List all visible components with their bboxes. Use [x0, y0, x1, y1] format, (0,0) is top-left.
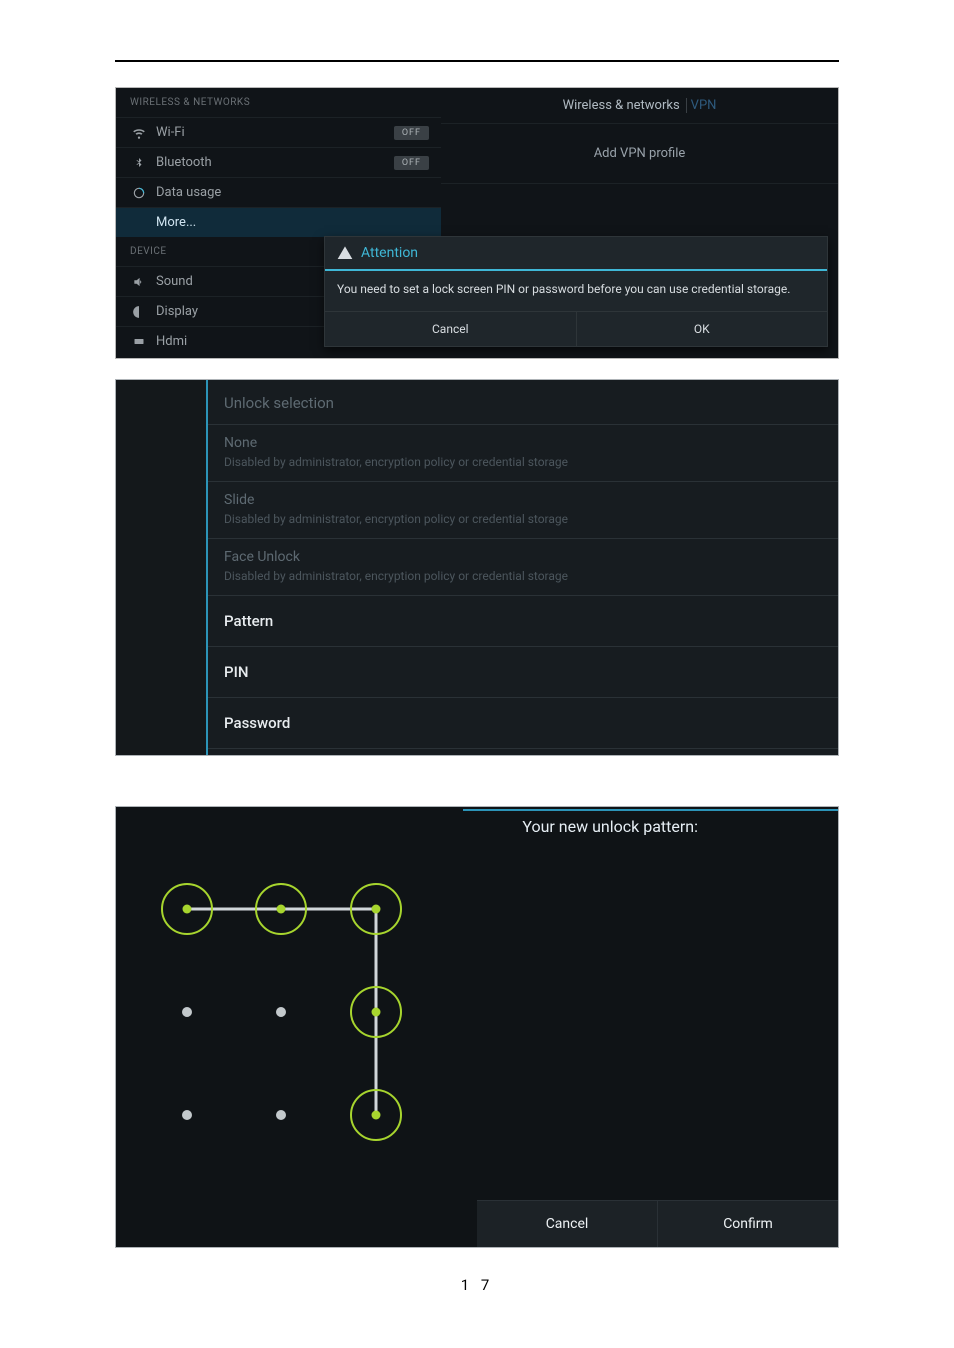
- warning-icon: [337, 245, 353, 261]
- detail-title: Wireless & networksVPN: [441, 88, 838, 123]
- dialog-title: Attention: [361, 245, 418, 261]
- pattern-title: Your new unlock pattern:: [522, 817, 698, 836]
- more-label: More...: [156, 215, 441, 230]
- sidebar-item-more[interactable]: More...: [116, 207, 441, 237]
- sidebar-item-data-usage[interactable]: Data usage: [116, 177, 441, 207]
- unlock-header: Unlock selection: [208, 380, 838, 424]
- bluetooth-label: Bluetooth: [156, 155, 394, 170]
- cancel-button[interactable]: Cancel: [325, 312, 577, 346]
- wifi-label: Wi-Fi: [156, 125, 394, 140]
- unlock-option-none: None Disabled by administrator, encrypti…: [208, 424, 838, 481]
- unlock-option-face: Face Unlock Disabled by administrator, e…: [208, 538, 838, 595]
- data-usage-label: Data usage: [156, 185, 441, 200]
- attention-dialog: Attention You need to set a lock screen …: [324, 236, 828, 347]
- ok-button[interactable]: OK: [577, 312, 828, 346]
- title-underline: [463, 809, 838, 811]
- pattern-dot: [182, 1110, 192, 1120]
- unlock-option-pattern[interactable]: Pattern: [208, 595, 838, 646]
- display-icon: [130, 305, 148, 319]
- left-spacer: [116, 380, 208, 755]
- bluetooth-toggle[interactable]: OFF: [394, 156, 429, 170]
- dialog-buttons: Cancel OK: [325, 311, 827, 346]
- pattern-dot: [276, 1007, 286, 1017]
- wifi-toggle[interactable]: OFF: [394, 126, 429, 140]
- confirm-button[interactable]: Confirm: [658, 1201, 838, 1247]
- page-number: 1 7: [115, 1276, 839, 1294]
- unlock-option-password[interactable]: Password: [208, 697, 838, 748]
- pattern-dot-active: [161, 883, 213, 935]
- hdmi-icon: [130, 336, 148, 348]
- pattern-dot-active: [350, 986, 402, 1038]
- unlock-selection-screenshot: Unlock selection None Disabled by admini…: [115, 379, 839, 756]
- pattern-dot-active: [350, 1089, 402, 1141]
- add-vpn-profile[interactable]: Add VPN profile: [441, 123, 838, 184]
- vpn-breadcrumb: VPN: [686, 98, 717, 113]
- pattern-dot: [276, 1110, 286, 1120]
- sidebar-item-wifi[interactable]: Wi-Fi OFF: [116, 117, 441, 147]
- wifi-icon: [130, 126, 148, 140]
- cancel-button[interactable]: Cancel: [477, 1201, 658, 1247]
- unlock-option-pin[interactable]: PIN: [208, 646, 838, 697]
- pattern-buttons: Cancel Confirm: [477, 1200, 838, 1247]
- dialog-title-bar: Attention: [325, 237, 827, 271]
- unlock-list: Unlock selection None Disabled by admini…: [208, 380, 838, 755]
- pattern-dot-active: [350, 883, 402, 935]
- bluetooth-icon: [130, 156, 148, 170]
- sidebar-item-bluetooth[interactable]: Bluetooth OFF: [116, 147, 441, 177]
- dialog-body: You need to set a lock screen PIN or pas…: [325, 271, 827, 311]
- pattern-dot: [182, 1007, 192, 1017]
- sound-icon: [130, 275, 148, 289]
- section-wireless-networks: WIRELESS & NETWORKS: [116, 88, 441, 117]
- unlock-option-slide: Slide Disabled by administrator, encrypt…: [208, 481, 838, 538]
- data-usage-icon: [130, 186, 148, 200]
- settings-vpn-screenshot: WIRELESS & NETWORKS Wi-Fi OFF Bluetooth …: [115, 87, 839, 359]
- pattern-grid[interactable]: [146, 877, 416, 1147]
- pattern-confirm-screenshot: Your new unlock pattern: Cancel Confirm: [115, 806, 839, 1248]
- pattern-dot-active: [255, 883, 307, 935]
